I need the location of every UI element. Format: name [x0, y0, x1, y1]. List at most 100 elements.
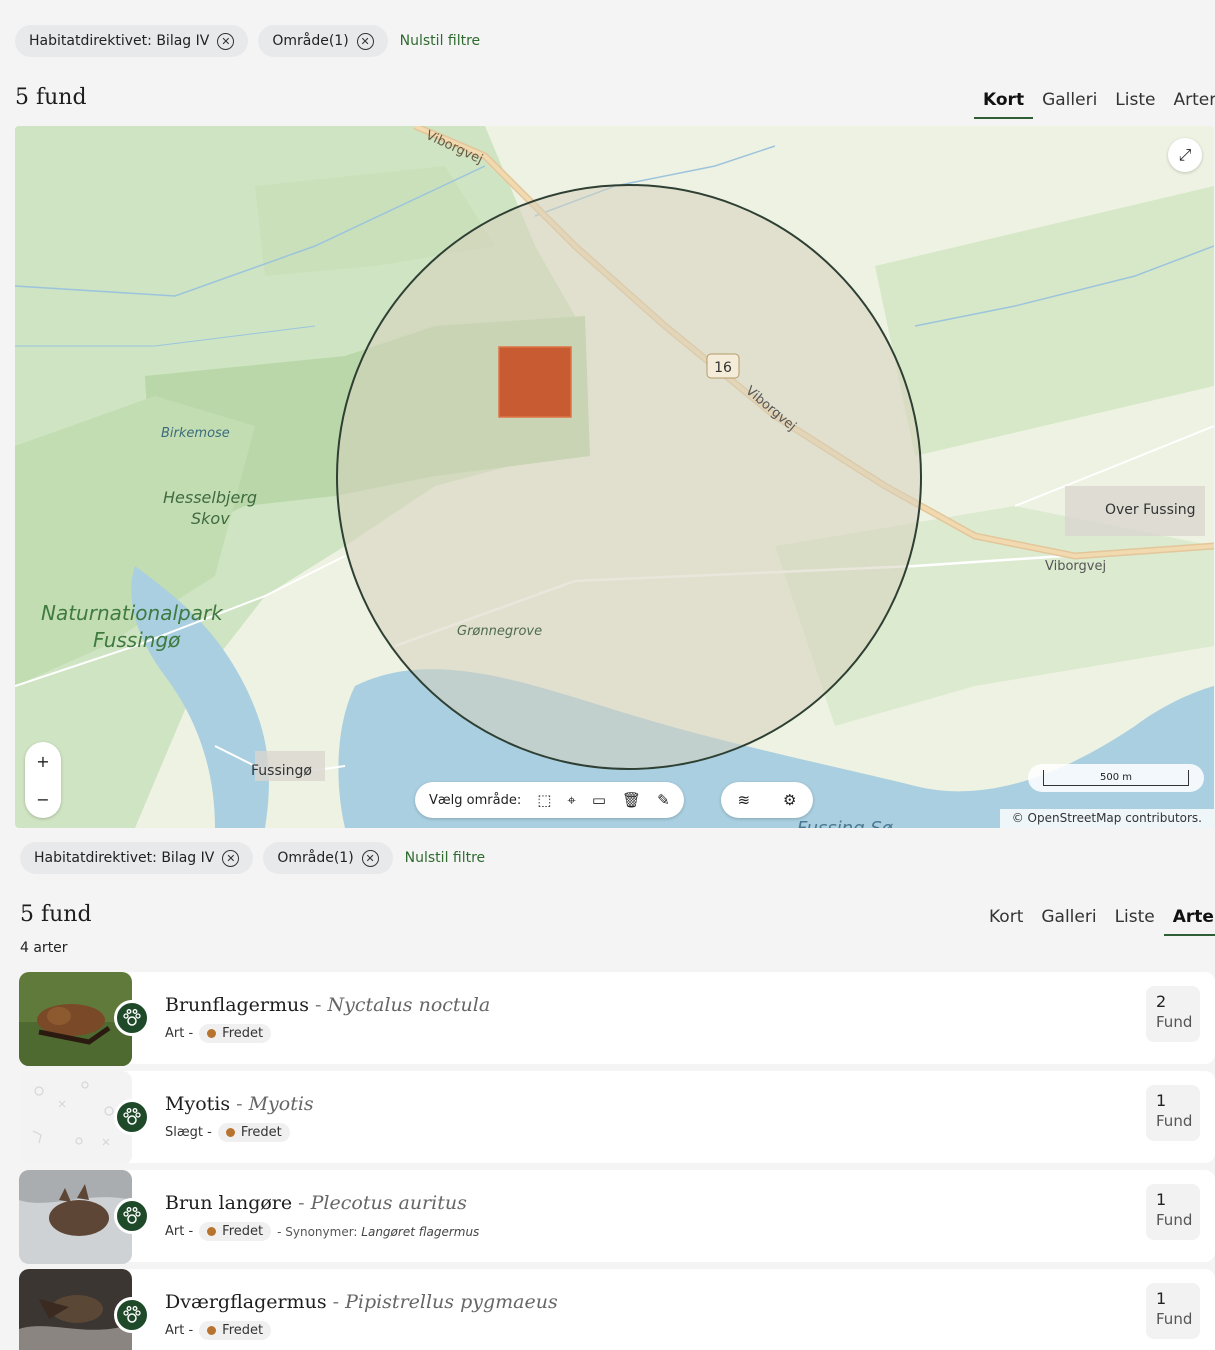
tab-liste[interactable]: Liste	[1106, 903, 1164, 936]
finding-count-label: Fund	[1156, 1310, 1193, 1328]
filter-chip-area[interactable]: Område(1) ✕	[263, 842, 393, 874]
filter-chip-area[interactable]: Område(1) ✕	[258, 25, 388, 57]
name-separator: -	[309, 994, 328, 1016]
finding-count-label: Fund	[1156, 1013, 1193, 1031]
finding-count: 2 Fund	[1146, 986, 1200, 1042]
trash-icon[interactable]: 🗑	[622, 791, 641, 809]
latin-name: Pipistrellus pygmaeus	[345, 1291, 558, 1313]
latin-name: Nyctalus noctula	[327, 994, 491, 1016]
zoom-out-button[interactable]: −	[36, 790, 49, 809]
edit-icon[interactable]: ✎	[657, 791, 670, 809]
tab-arter[interactable]: Arter	[1163, 903, 1215, 936]
tab-kort[interactable]: Kort	[974, 86, 1034, 119]
animal-paw-icon	[114, 1000, 150, 1036]
tab-liste[interactable]: Liste	[1106, 86, 1164, 119]
finding-count-value: 1	[1156, 1289, 1167, 1308]
fullscreen-button[interactable]: ⤢	[1168, 138, 1202, 172]
settings-icon[interactable]: ⚙	[783, 791, 796, 809]
map-label-birkemose: Birkemose	[161, 426, 230, 441]
name-separator: -	[326, 1291, 346, 1313]
tab-galleri[interactable]: Galleri	[1033, 86, 1106, 119]
rank-label: Art -	[165, 1323, 194, 1338]
map-canvas[interactable]: Viborgvej 16 Viborgvej Viborgvej Birkemo…	[15, 126, 1214, 828]
filter-chip-label: Habitatdirektivet: Bilag IV	[34, 850, 215, 866]
area-select-toolbar: Vælg område: ⬚ ⌖ ▭ 🗑 ✎	[415, 782, 684, 818]
animal-paw-icon	[114, 1297, 150, 1333]
status-badge: Fredet	[199, 1222, 272, 1241]
synonyms-label: - Synonymer:	[277, 1224, 362, 1239]
species-list: Brunflagermus - Nyctalus noctula Art - F…	[19, 972, 1215, 1350]
filter-chip-label: Område(1)	[277, 850, 354, 866]
name-separator: -	[230, 1093, 249, 1115]
status-label: Fredet	[240, 1125, 282, 1140]
map-view-panel: Habitatdirektivet: Bilag IV ✕ Område(1) …	[0, 0, 1215, 830]
status-label: Fredet	[222, 1323, 264, 1338]
animal-paw-icon	[114, 1099, 150, 1135]
layers-icon[interactable]: ≋	[737, 791, 750, 809]
map-label-viborgvej-right: Viborgvej	[1045, 559, 1106, 574]
filter-chip-label: Område(1)	[272, 33, 349, 49]
map-label-fussingo-park: Fussingø	[93, 628, 181, 652]
filter-chip-habitat[interactable]: Habitatdirektivet: Bilag IV ✕	[20, 842, 254, 874]
view-tabs: Kort Galleri Liste Arter	[974, 86, 1215, 119]
map-label-fussingo-town: Fussingø	[251, 763, 312, 779]
result-count-title: 5 fund	[15, 85, 87, 110]
species-row[interactable]: Brun langøre - Plecotus auritus Art - Fr…	[19, 1170, 1215, 1264]
map-attribution[interactable]: © OpenStreetMap contributors.	[999, 809, 1214, 828]
species-name[interactable]: Myotis - Myotis	[165, 1093, 314, 1115]
rank-label: Slægt -	[165, 1125, 212, 1140]
reset-filters-link[interactable]: Nulstil filtre	[400, 33, 481, 49]
filter-chip-habitat[interactable]: Habitatdirektivet: Bilag IV ✕	[15, 25, 249, 57]
close-icon[interactable]: ✕	[222, 849, 240, 867]
tab-kort[interactable]: Kort	[980, 903, 1032, 936]
scale-label: 500 m	[1043, 770, 1189, 786]
finding-count-value: 2	[1156, 992, 1167, 1011]
tab-arter[interactable]: Arter	[1164, 86, 1215, 119]
polygon-draw-icon[interactable]: ⬚	[537, 791, 551, 809]
status-label: Fredet	[222, 1224, 264, 1239]
species-row[interactable]: Myotis - Myotis Slægt - Fredet 1 Fund	[19, 1071, 1215, 1165]
close-icon[interactable]: ✕	[217, 32, 235, 50]
species-meta: Art - Fredet	[165, 1024, 272, 1043]
rank-label: Art -	[165, 1026, 194, 1041]
view-tabs: Kort Galleri Liste Arter	[980, 903, 1215, 936]
species-meta: Art - Fredet - Synonymer: Langøret flage…	[165, 1222, 479, 1241]
common-name: Brun langøre	[165, 1192, 293, 1214]
species-meta: Art - Fredet	[165, 1321, 272, 1340]
finding-count-label: Fund	[1156, 1112, 1193, 1130]
status-dot-icon	[225, 1128, 235, 1137]
status-dot-icon	[207, 1227, 217, 1236]
species-name[interactable]: Dværgflagermus - Pipistrellus pygmaeus	[165, 1291, 558, 1313]
status-badge: Fredet	[217, 1123, 290, 1142]
zoom-control: + −	[25, 742, 61, 818]
common-name: Brunflagermus	[165, 994, 310, 1016]
finding-count: 1 Fund	[1146, 1085, 1200, 1141]
bookmark-area-icon[interactable]: ▭	[592, 791, 606, 809]
common-name: Myotis	[165, 1093, 231, 1115]
crosshair-icon[interactable]: ⌖	[567, 791, 575, 809]
close-icon[interactable]: ✕	[361, 849, 379, 867]
area-select-label: Vælg område:	[429, 792, 522, 808]
filter-chip-label: Habitatdirektivet: Bilag IV	[29, 33, 210, 49]
close-icon[interactable]: ✕	[356, 32, 374, 50]
animal-paw-icon	[114, 1198, 150, 1234]
result-count-title: 5 fund	[20, 902, 92, 927]
rank-label: Art -	[165, 1224, 194, 1239]
finding-count-value: 1	[1156, 1091, 1167, 1110]
status-badge: Fredet	[199, 1321, 272, 1340]
tab-galleri[interactable]: Galleri	[1032, 903, 1105, 936]
scale-bar: 500 m	[1028, 764, 1204, 792]
species-row[interactable]: Dværgflagermus - Pipistrellus pygmaeus A…	[19, 1269, 1215, 1350]
species-name[interactable]: Brun langøre - Plecotus auritus	[165, 1192, 467, 1214]
species-name[interactable]: Brunflagermus - Nyctalus noctula	[165, 994, 490, 1016]
map-label-over-fussing: Over Fussing	[1105, 502, 1196, 518]
expand-icon: ⤢	[1178, 145, 1192, 164]
species-row[interactable]: Brunflagermus - Nyctalus noctula Art - F…	[19, 972, 1215, 1066]
zoom-in-button[interactable]: +	[36, 752, 49, 771]
status-dot-icon	[207, 1326, 217, 1335]
map[interactable]: Viborgvej 16 Viborgvej Viborgvej Birkemo…	[15, 126, 1214, 828]
finding-count: 1 Fund	[1146, 1184, 1200, 1240]
latin-name: Plecotus auritus	[310, 1192, 467, 1214]
reset-filters-link[interactable]: Nulstil filtre	[405, 850, 486, 866]
name-separator: -	[292, 1192, 311, 1214]
